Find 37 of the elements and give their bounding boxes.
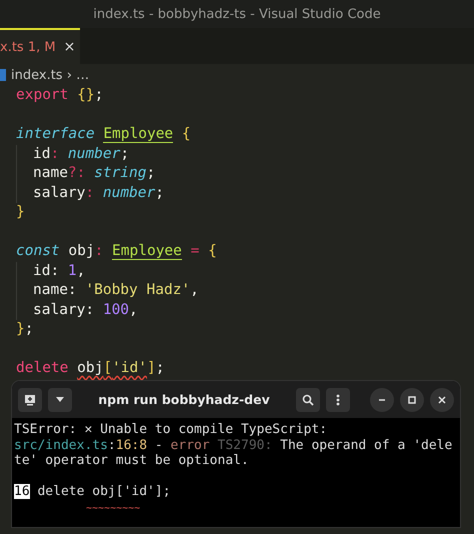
maximize-icon xyxy=(408,396,416,404)
file-icon xyxy=(0,69,6,81)
code-line: name: 'Bobby Hadz', xyxy=(33,281,199,300)
new-tab-button[interactable] xyxy=(18,388,42,412)
code-line: } xyxy=(16,203,25,222)
terminal-title: npm run bobbyhadz-dev xyxy=(97,392,271,407)
code-line: export {}; xyxy=(16,86,104,105)
close-button[interactable] xyxy=(430,388,454,412)
search-button[interactable] xyxy=(296,388,320,412)
close-icon[interactable]: × xyxy=(64,39,76,55)
code-line: salary: number; xyxy=(33,184,164,202)
minimize-button[interactable] xyxy=(370,388,394,412)
maximize-button[interactable] xyxy=(400,388,424,412)
code-line: id: 1, xyxy=(33,262,86,280)
breadcrumb[interactable]: index.ts › … xyxy=(11,68,90,82)
editor-tab[interactable]: x.ts 1, M × xyxy=(0,28,80,64)
search-icon xyxy=(302,394,314,406)
dropdown-button[interactable] xyxy=(48,388,72,412)
window-title: index.ts - bobbyhadz-ts - Visual Studio Code xyxy=(93,6,381,22)
new-tab-icon xyxy=(24,394,36,406)
terminal-line: ~~~~~~~~~ xyxy=(85,502,140,515)
minimize-icon xyxy=(378,398,386,400)
terminal-line: 16 delete obj['id']; xyxy=(14,484,171,500)
code-line: interface Employee { xyxy=(16,125,191,144)
terminal-line: src/index.ts:16:8 - error TS2790: The operand of a 'dele xyxy=(14,438,452,453)
code-line: const obj: Employee = { xyxy=(16,242,217,262)
menu-button[interactable] xyxy=(326,388,350,412)
code-line: salary: 100, xyxy=(33,300,138,320)
menu-icon xyxy=(336,394,340,406)
terminal-line: TSError: ✕ Unable to compile TypeScript: xyxy=(14,422,328,438)
code-line: name?: string; xyxy=(33,164,156,183)
code-line: delete obj['id']; xyxy=(16,359,164,378)
code-line: id: number; xyxy=(33,144,130,164)
close-icon xyxy=(438,396,446,404)
caret-icon xyxy=(56,397,64,402)
code-line: }; xyxy=(16,320,34,339)
terminal-line: te' operator must be optional. xyxy=(14,453,249,468)
